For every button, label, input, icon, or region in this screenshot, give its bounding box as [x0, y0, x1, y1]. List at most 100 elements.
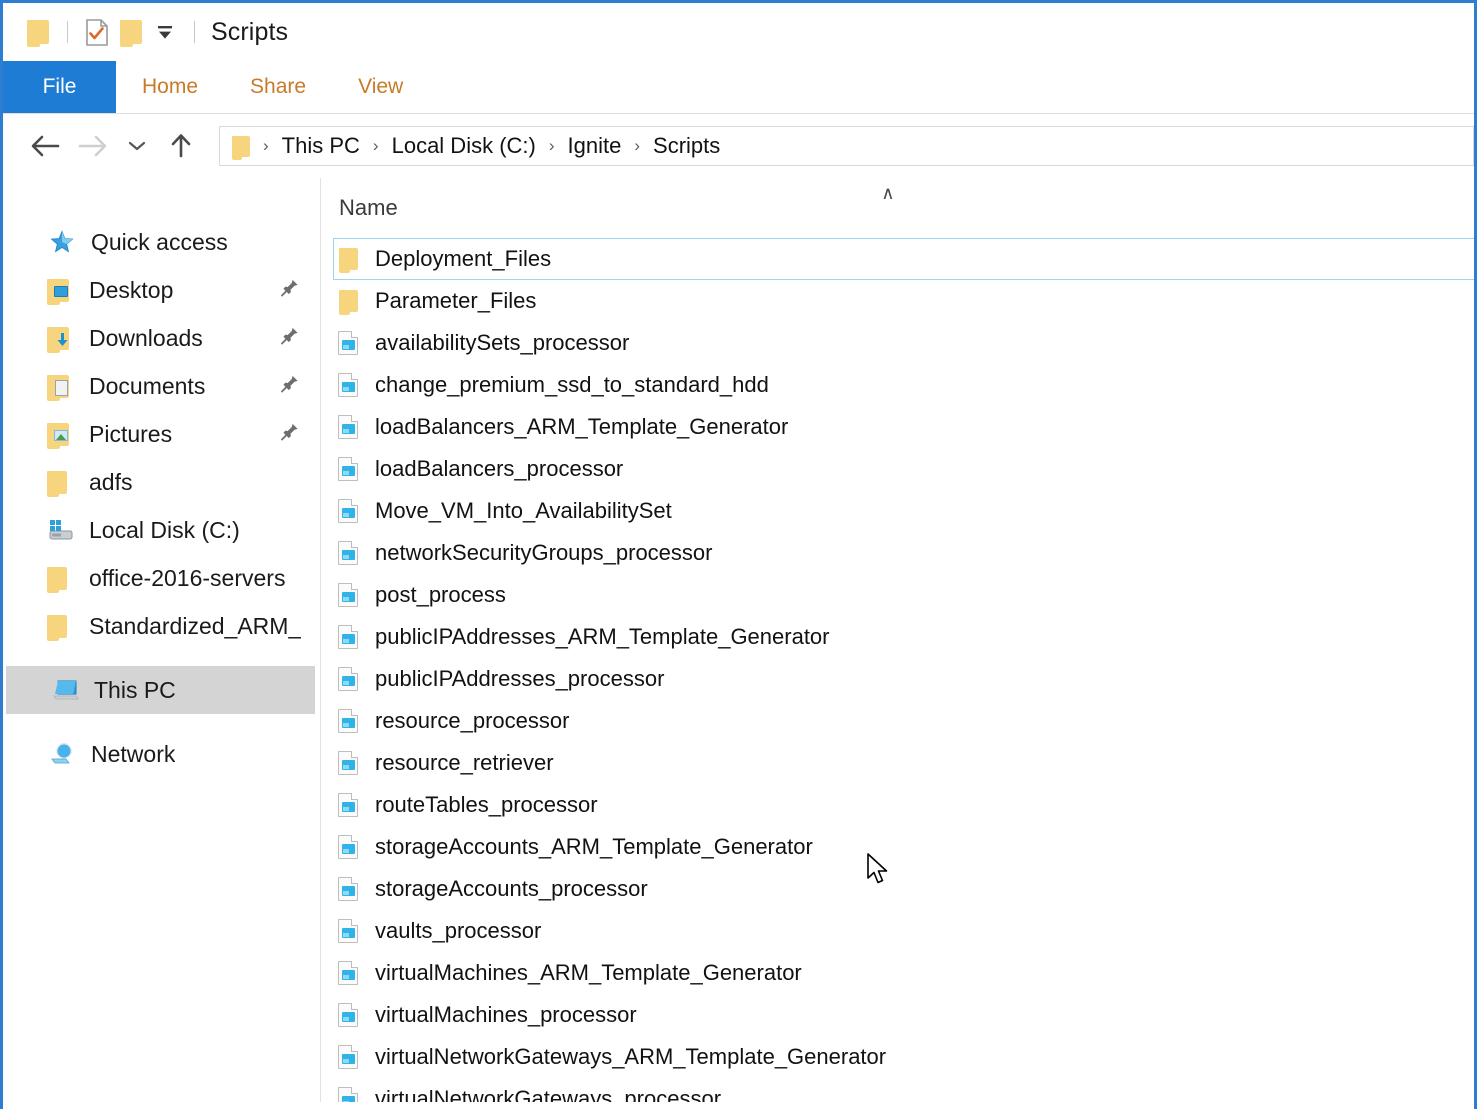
customize-dropdown-icon[interactable]: [148, 15, 182, 49]
file-list-row[interactable]: resource_retriever: [321, 742, 1474, 784]
properties-icon[interactable]: [80, 15, 114, 49]
title-bar: Scripts: [3, 3, 1474, 61]
file-name-label: resource_retriever: [375, 750, 554, 776]
folder-desktop-icon: [47, 279, 77, 302]
script-file-icon: [335, 667, 361, 691]
sidebar-item-label: Local Disk (C:): [89, 517, 240, 544]
folder-icon: [335, 290, 361, 312]
sidebar-item-documents[interactable]: Documents: [3, 362, 320, 410]
file-list-row[interactable]: availabilitySets_processor: [321, 322, 1474, 364]
file-list-row[interactable]: publicIPAddresses_processor: [321, 658, 1474, 700]
file-list-row[interactable]: storageAccounts_ARM_Template_Generator: [321, 826, 1474, 868]
file-name-label: virtualMachines_processor: [375, 1002, 637, 1028]
sidebar-item-desktop[interactable]: Desktop: [3, 266, 320, 314]
pin-icon[interactable]: [280, 326, 300, 351]
tab-share[interactable]: Share: [224, 61, 332, 113]
file-name-label: virtualNetworkGateways_processor: [375, 1086, 721, 1102]
folder-icon[interactable]: [21, 15, 55, 49]
quick-access-toolbar: [21, 15, 207, 49]
script-file-icon: [335, 373, 361, 397]
column-header-name[interactable]: Name: [339, 195, 398, 221]
script-file-icon: [335, 331, 361, 355]
recent-locations-chevron-down-icon[interactable]: [117, 122, 157, 170]
pin-icon[interactable]: [280, 374, 300, 399]
file-list-row[interactable]: networkSecurityGroups_processor: [321, 532, 1474, 574]
file-list-row[interactable]: routeTables_processor: [321, 784, 1474, 826]
file-name-label: Move_VM_Into_AvailabilitySet: [375, 498, 672, 524]
sidebar-item-adfs[interactable]: adfs: [3, 458, 320, 506]
breadcrumb-item-local-disk[interactable]: Local Disk (C:): [388, 133, 540, 159]
file-list-row[interactable]: vaults_processor: [321, 910, 1474, 952]
file-list: Deployment_Files Parameter_Files availabil…: [321, 238, 1474, 1102]
back-button[interactable]: [21, 122, 69, 170]
sidebar-item-office-2016-servers[interactable]: office-2016-servers: [3, 554, 320, 602]
file-name-label: resource_processor: [375, 708, 569, 734]
sidebar-item-downloads[interactable]: Downloads: [3, 314, 320, 362]
sidebar-item-label: Downloads: [89, 325, 203, 352]
up-button[interactable]: [157, 122, 205, 170]
sidebar-item-quick-access[interactable]: Quick access: [3, 218, 320, 266]
file-name-label: availabilitySets_processor: [375, 330, 629, 356]
file-list-row[interactable]: virtualMachines_processor: [321, 994, 1474, 1036]
file-explorer-window: Scripts File Home Share View: [0, 0, 1477, 1109]
file-list-row[interactable]: virtualNetworkGateways_ARM_Template_Gene…: [321, 1036, 1474, 1078]
folder-icon: [47, 471, 77, 494]
breadcrumb-separator[interactable]: ›: [364, 136, 388, 156]
navigation-pane: Quick access Desktop: [3, 178, 321, 1102]
file-list-row[interactable]: Deployment_Files: [321, 238, 1474, 280]
file-list-row[interactable]: resource_processor: [321, 700, 1474, 742]
tab-view[interactable]: View: [332, 61, 429, 113]
file-list-row[interactable]: post_process: [321, 574, 1474, 616]
breadcrumb-separator[interactable]: ›: [540, 136, 564, 156]
pin-icon[interactable]: [280, 422, 300, 447]
file-name-label: post_process: [375, 582, 506, 608]
file-name-label: virtualNetworkGateways_ARM_Template_Gene…: [375, 1044, 886, 1070]
address-bar: › This PC › Local Disk (C:) › Ignite › S…: [3, 114, 1474, 178]
script-file-icon: [335, 499, 361, 523]
breadcrumb-item-scripts[interactable]: Scripts: [649, 133, 724, 159]
file-list-row[interactable]: virtualMachines_ARM_Template_Generator: [321, 952, 1474, 994]
sidebar-item-label: Pictures: [89, 421, 172, 448]
file-list-row[interactable]: loadBalancers_processor: [321, 448, 1474, 490]
file-list-row[interactable]: virtualNetworkGateways_processor: [321, 1078, 1474, 1102]
file-list-row[interactable]: loadBalancers_ARM_Template_Generator: [321, 406, 1474, 448]
new-folder-icon[interactable]: [114, 15, 148, 49]
script-file-icon: [335, 1003, 361, 1027]
folder-downloads-icon: [47, 327, 77, 350]
nav-group-gap: [3, 650, 320, 666]
file-list-row[interactable]: change_premium_ssd_to_standard_hdd: [321, 364, 1474, 406]
breadcrumb-separator[interactable]: ›: [254, 136, 278, 156]
pin-icon[interactable]: [280, 278, 300, 303]
script-file-icon: [335, 919, 361, 943]
script-file-icon: [335, 541, 361, 565]
sidebar-item-pictures[interactable]: Pictures: [3, 410, 320, 458]
sidebar-item-network[interactable]: Network: [3, 730, 320, 778]
file-list-row[interactable]: storageAccounts_processor: [321, 868, 1474, 910]
breadcrumb-item-this-pc[interactable]: This PC: [278, 133, 364, 159]
forward-button[interactable]: [69, 122, 117, 170]
tab-home[interactable]: Home: [116, 61, 224, 113]
file-list-row[interactable]: Move_VM_Into_AvailabilitySet: [321, 490, 1474, 532]
file-name-label: Deployment_Files: [375, 246, 551, 272]
script-file-icon: [335, 1045, 361, 1069]
sidebar-item-standardized-arm[interactable]: Standardized_ARM_: [3, 602, 320, 650]
sidebar-item-label: Standardized_ARM_: [89, 613, 301, 640]
file-list-row[interactable]: Parameter_Files: [321, 280, 1474, 322]
breadcrumb-item-ignite[interactable]: Ignite: [564, 133, 626, 159]
sidebar-item-label: Network: [91, 741, 175, 768]
breadcrumb-folder-icon[interactable]: [232, 136, 250, 157]
breadcrumb-separator[interactable]: ›: [625, 136, 649, 156]
file-name-label: loadBalancers_ARM_Template_Generator: [375, 414, 788, 440]
sidebar-item-label: Quick access: [91, 229, 228, 256]
tab-file[interactable]: File: [3, 61, 116, 113]
sidebar-item-local-disk-c[interactable]: Local Disk (C:): [3, 506, 320, 554]
folder-icon: [335, 248, 361, 270]
sidebar-item-label: Documents: [89, 373, 205, 400]
toolbar-divider-1: [67, 21, 68, 43]
sidebar-item-label: Desktop: [89, 277, 173, 304]
drive-icon: [47, 518, 77, 542]
script-file-icon: [335, 625, 361, 649]
sidebar-item-this-pc[interactable]: This PC: [6, 666, 315, 714]
breadcrumb[interactable]: › This PC › Local Disk (C:) › Ignite › S…: [219, 126, 1474, 166]
file-list-row[interactable]: publicIPAddresses_ARM_Template_Generator: [321, 616, 1474, 658]
